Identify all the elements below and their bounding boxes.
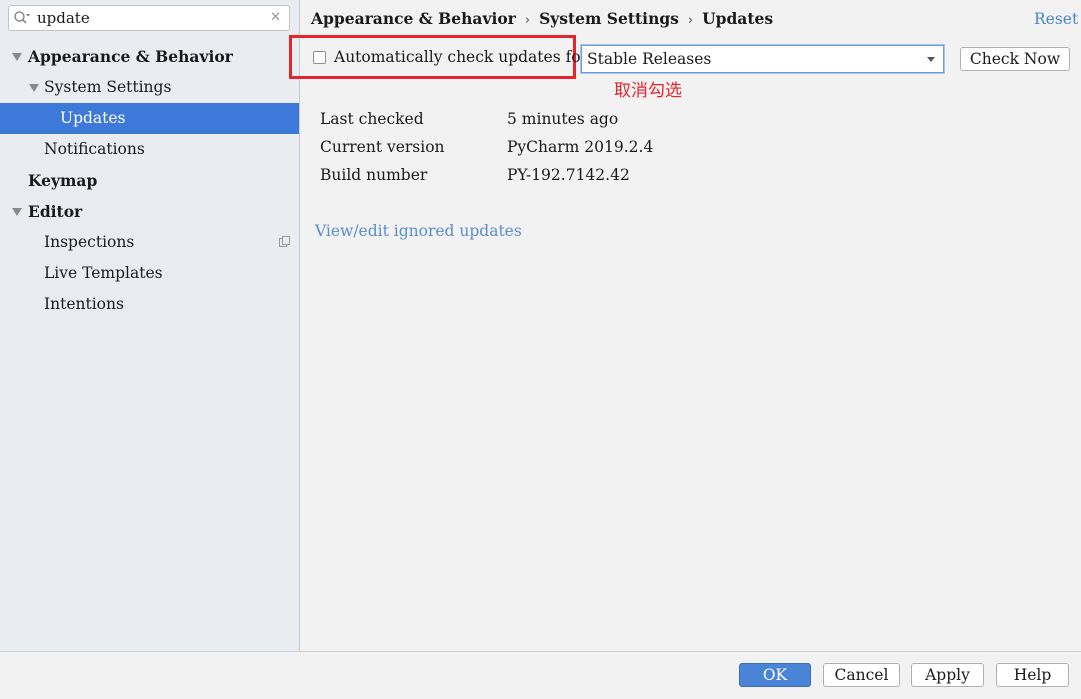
sidebar-item-label: Intentions — [44, 295, 124, 313]
sidebar-item-label: Updates — [60, 109, 126, 127]
update-channel-select[interactable]: Stable Releases — [581, 45, 944, 73]
sidebar-item-label: Live Templates — [44, 264, 163, 282]
chevron-right-icon: › — [524, 13, 531, 28]
chevron-right-icon: › — [687, 13, 694, 28]
expand-triangle-icon[interactable] — [12, 208, 22, 216]
sidebar-item-live-templates[interactable]: Live Templates — [0, 258, 299, 289]
search-box[interactable]: ✕ — [8, 5, 290, 31]
sidebar-item-notifications[interactable]: Notifications — [0, 134, 299, 165]
check-now-button[interactable]: Check Now — [960, 47, 1070, 71]
info-key: Current version — [320, 138, 445, 156]
help-button[interactable]: Help — [996, 663, 1069, 687]
search-icon — [14, 11, 30, 24]
sidebar-item-label: Notifications — [44, 140, 145, 158]
ok-button[interactable]: OK — [739, 663, 811, 687]
sidebar-item-inspections[interactable]: Inspections — [0, 227, 299, 258]
sidebar-item-label: Inspections — [44, 233, 135, 251]
clear-search-icon[interactable]: ✕ — [270, 10, 281, 25]
breadcrumb-item: System Settings — [539, 9, 679, 28]
settings-sidebar: ✕ Appearance & Behavior System Settings … — [0, 0, 300, 651]
sidebar-item-label: Appearance & Behavior — [28, 47, 233, 66]
sidebar-item-appearance-behavior[interactable]: Appearance & Behavior — [0, 41, 299, 72]
sidebar-item-editor[interactable]: Editor — [0, 196, 299, 227]
breadcrumb-item: Appearance & Behavior — [311, 9, 516, 28]
apply-button[interactable]: Apply — [911, 663, 984, 687]
info-value: 5 minutes ago — [507, 110, 619, 128]
breadcrumb-item: Updates — [702, 9, 774, 28]
sidebar-item-intentions[interactable]: Intentions — [0, 289, 299, 320]
info-key: Build number — [320, 166, 428, 184]
auto-check-label[interactable]: Automatically check updates for — [334, 48, 588, 66]
auto-check-checkbox[interactable] — [313, 51, 326, 64]
sidebar-item-system-settings[interactable]: System Settings — [0, 72, 299, 103]
project-settings-icon — [279, 236, 290, 247]
sidebar-item-keymap[interactable]: Keymap — [0, 165, 299, 196]
dropdown-arrow-icon — [927, 57, 935, 62]
reset-link[interactable]: Reset — [1034, 10, 1078, 28]
expand-triangle-icon[interactable] — [12, 53, 22, 61]
info-value: PY-192.7142.42 — [507, 166, 630, 184]
dialog-footer: OK Cancel Apply Help — [0, 651, 1081, 699]
expand-triangle-icon[interactable] — [29, 84, 39, 92]
annotation-text: 取消勾选 — [614, 81, 682, 101]
search-input[interactable] — [37, 8, 267, 28]
sidebar-item-updates[interactable]: Updates — [0, 103, 299, 134]
info-value: PyCharm 2019.2.4 — [507, 138, 654, 156]
view-ignored-updates-link[interactable]: View/edit ignored updates — [315, 222, 522, 240]
breadcrumb: Appearance & Behavior › System Settings › Up… — [311, 8, 773, 30]
info-key: Last checked — [320, 110, 424, 128]
update-channel-value: Stable Releases — [587, 50, 712, 68]
cancel-button[interactable]: Cancel — [823, 663, 900, 687]
sidebar-item-label: System Settings — [44, 78, 172, 96]
sidebar-item-label: Editor — [28, 202, 83, 221]
sidebar-item-label: Keymap — [28, 171, 98, 190]
